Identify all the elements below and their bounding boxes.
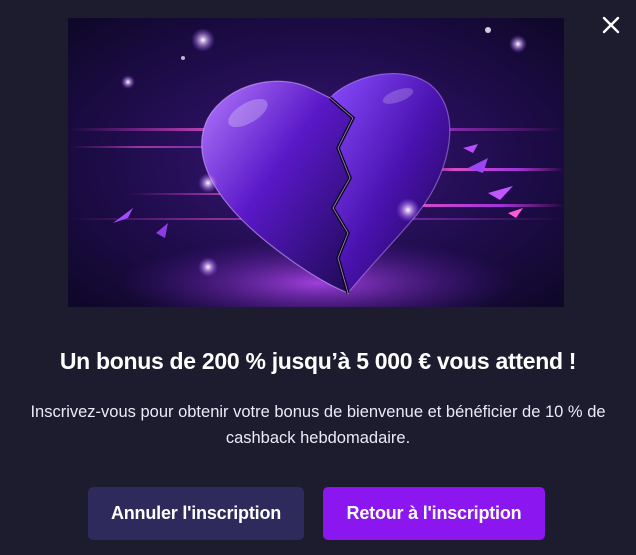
modal-description: Inscrivez-vous pour obtenir votre bonus …: [30, 403, 606, 447]
bonus-modal: Un bonus de 200 % jusqu’à 5 000 € vous a…: [0, 0, 636, 555]
return-to-registration-button[interactable]: Retour à l'inscription: [323, 487, 545, 540]
cancel-registration-button[interactable]: Annuler l'inscription: [88, 487, 304, 540]
close-button[interactable]: [600, 14, 622, 36]
modal-title: Un bonus de 200 % jusqu’à 5 000 € vous a…: [59, 348, 577, 374]
hero-image: [68, 18, 564, 307]
close-icon: [602, 16, 620, 34]
